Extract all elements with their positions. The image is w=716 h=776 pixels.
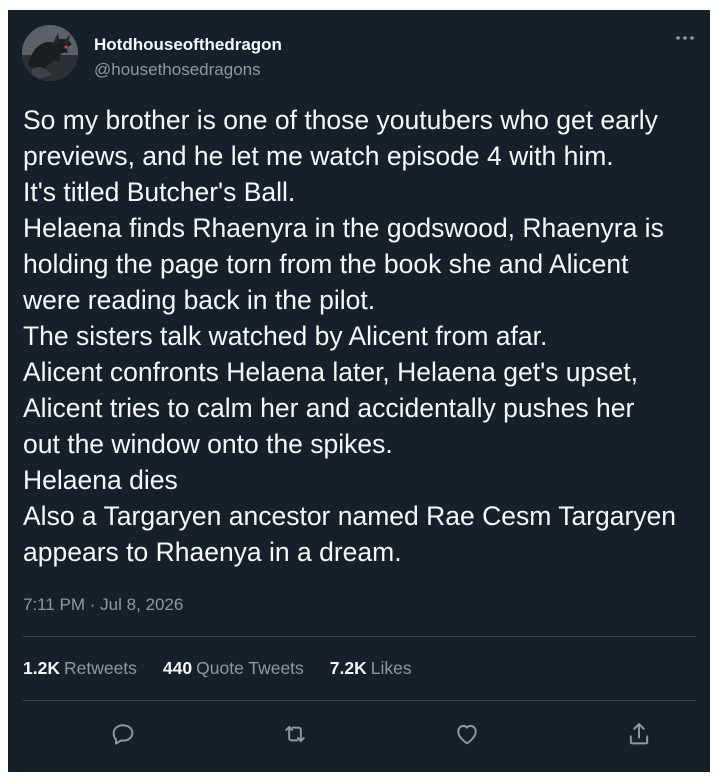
retweets-count: 1.2K: [23, 658, 60, 678]
tweet-text-line: The sisters talk watched by Alicent from…: [23, 321, 548, 351]
tweet-actions: [23, 716, 696, 752]
tweet-text-line: Helaena dies: [23, 465, 178, 495]
divider: [23, 700, 696, 701]
tweet-text-line: Also a Targaryen ancestor named Rae Cesm…: [23, 501, 677, 531]
tweet-text: So my brother is one of those youtubers …: [23, 102, 703, 570]
tweet-text-line: Alicent confronts Helaena later, Helaena…: [23, 357, 638, 387]
retweets-stat[interactable]: 1.2K Retweets: [23, 658, 137, 679]
tweet-text-line: holding the page torn from the book she …: [23, 249, 629, 279]
likes-count: 7.2K: [329, 658, 367, 678]
share-icon[interactable]: [625, 720, 653, 748]
tweet-text-line: out the window onto the spikes.: [23, 429, 393, 459]
tweet-text-line: previews, and he let me watch episode 4 …: [23, 141, 614, 171]
tweet-text-line: were reading back in the pilot.: [23, 285, 376, 315]
tweet-stats: 1.2K Retweets 440 Quote Tweets 7.2K Likes: [23, 658, 438, 679]
quote-tweets-count: 440: [162, 658, 193, 678]
quote-tweets-stat[interactable]: 440 Quote Tweets: [163, 658, 304, 679]
tweet-timestamp[interactable]: 7:11 PM · Jul 8, 2026: [23, 595, 183, 615]
tweet-text-line: So my brother is one of those youtubers …: [23, 105, 658, 135]
tweet-text-line: Alicent tries to calm her and accidental…: [23, 393, 635, 423]
more-options-icon[interactable]: [674, 31, 696, 45]
author-handle[interactable]: @housethosedragons: [94, 60, 261, 80]
tweet-header: Hotdhouseofthedragon @housethosedragons: [22, 25, 696, 85]
tweet-text-line: appears to Rhaenya in a dream.: [23, 537, 402, 567]
reply-icon[interactable]: [109, 720, 137, 748]
likes-label: Likes: [370, 658, 412, 678]
tweet-text-line: Helaena finds Rhaenyra in the godswood, …: [23, 213, 664, 243]
retweets-label: Retweets: [63, 658, 137, 678]
like-icon[interactable]: [453, 720, 481, 748]
divider: [23, 636, 696, 637]
tweet-text-line: It's titled Butcher's Ball.: [23, 177, 296, 207]
quote-tweets-label: Quote Tweets: [196, 658, 304, 678]
author-display-name[interactable]: Hotdhouseofthedragon: [94, 35, 282, 55]
author-avatar[interactable]: [22, 25, 78, 81]
dragon-avatar-icon: [22, 25, 78, 81]
tweet-card: Hotdhouseofthedragon @housethosedragons …: [8, 10, 710, 772]
retweet-icon[interactable]: [281, 720, 309, 748]
likes-stat[interactable]: 7.2K Likes: [330, 658, 412, 679]
